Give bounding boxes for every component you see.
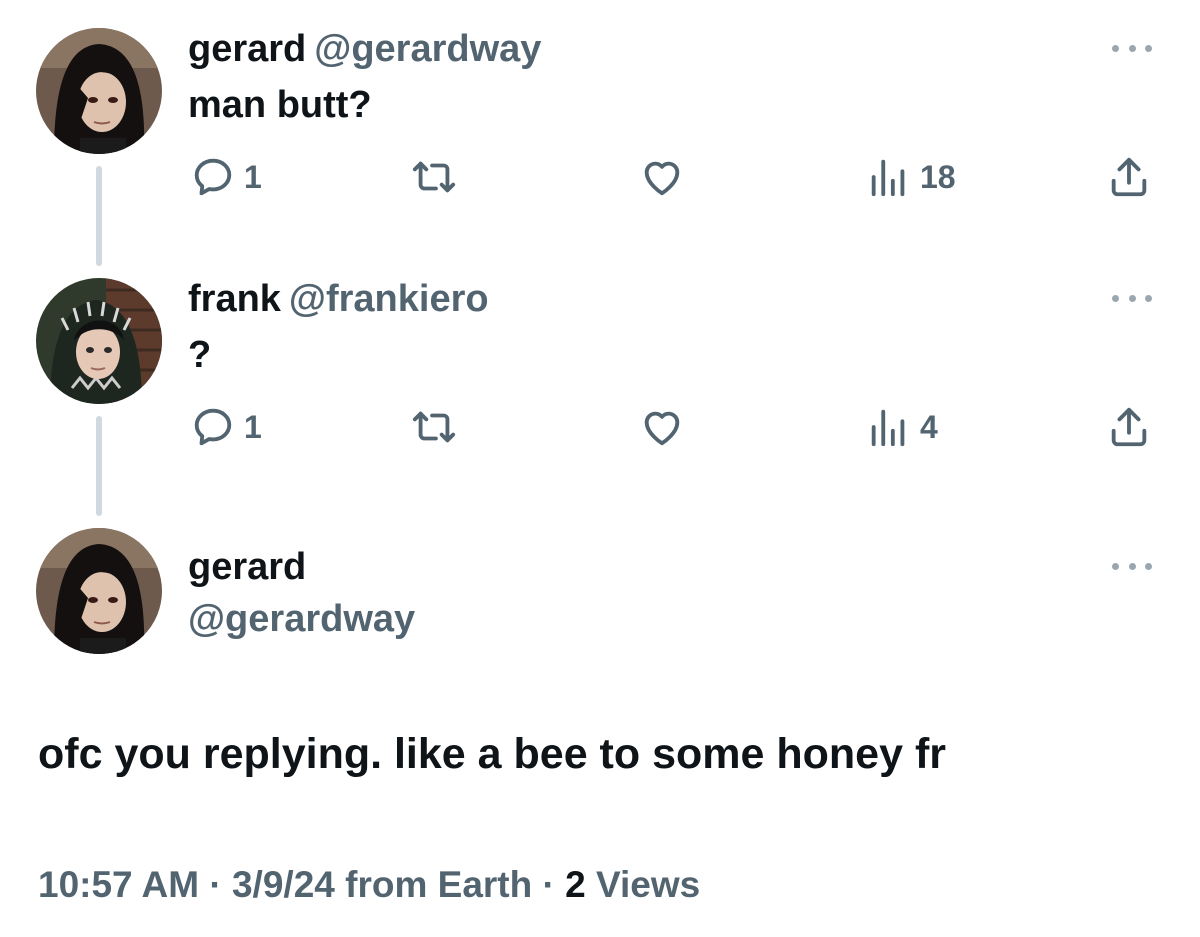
repost-icon: [412, 161, 456, 193]
views-label: Views: [595, 864, 701, 905]
views-count: 4: [920, 408, 938, 445]
avatar[interactable]: [36, 528, 162, 654]
tweet-header: frank @frankiero: [188, 276, 489, 322]
more-icon[interactable]: [1112, 292, 1152, 304]
more-icon[interactable]: [1112, 560, 1152, 572]
gerard-avatar-image: [36, 528, 162, 654]
share-icon: [1111, 157, 1147, 197]
share-icon: [1111, 407, 1147, 447]
repost-button[interactable]: [408, 152, 460, 202]
tweet-meta: 10:57 AM · 3/9/24 from Earth · 2 Views: [38, 862, 700, 908]
display-name[interactable]: frank: [188, 278, 281, 320]
tweet-actions: 1 18: [0, 152, 1200, 202]
handle[interactable]: @gerardway: [188, 596, 415, 642]
share-button[interactable]: [1106, 152, 1152, 202]
share-button[interactable]: [1106, 402, 1152, 452]
repost-button[interactable]: [408, 402, 460, 452]
like-icon: [644, 161, 680, 196]
views-button[interactable]: 18: [866, 152, 956, 202]
reply-button[interactable]: 1: [190, 402, 262, 452]
meta-separator: ·: [209, 864, 222, 905]
reply-count: 1: [244, 408, 262, 445]
views-count: 18: [920, 158, 956, 195]
reply-button[interactable]: 1: [190, 152, 262, 202]
tweet-text: man butt?: [188, 84, 372, 126]
like-button[interactable]: [638, 402, 686, 452]
display-name[interactable]: gerard: [188, 28, 306, 70]
display-name[interactable]: gerard: [188, 544, 306, 590]
reply-icon: [194, 408, 232, 446]
reply-count: 1: [244, 158, 262, 195]
handle[interactable]: @gerardway: [314, 28, 541, 70]
tweet-header: gerard @gerardway: [188, 26, 541, 72]
meta-separator: ·: [542, 864, 555, 905]
views-button[interactable]: 4: [866, 402, 938, 452]
tweet-date: 3/9/24 from Earth: [231, 864, 533, 905]
handle[interactable]: @frankiero: [289, 278, 489, 320]
repost-icon: [412, 411, 456, 443]
more-icon[interactable]: [1112, 42, 1152, 54]
avatar[interactable]: [36, 278, 162, 404]
avatar[interactable]: [36, 28, 162, 154]
views-icon: [871, 409, 905, 447]
reply-icon: [194, 158, 232, 196]
tweet-actions: 1 4: [0, 402, 1200, 452]
views-count: 2: [565, 864, 586, 905]
like-icon: [644, 411, 680, 446]
like-button[interactable]: [638, 152, 686, 202]
gerard-avatar-image: [36, 28, 162, 154]
views-icon: [871, 159, 905, 197]
tweet-thread: gerard @gerardway man butt? 1 18 frank @…: [0, 0, 1200, 937]
frank-avatar-image: [36, 278, 162, 404]
main-tweet-text: ofc you replying. like a bee to some hon…: [38, 730, 946, 778]
tweet-time[interactable]: 10:57 AM: [38, 864, 199, 905]
tweet-text: ?: [188, 334, 212, 376]
